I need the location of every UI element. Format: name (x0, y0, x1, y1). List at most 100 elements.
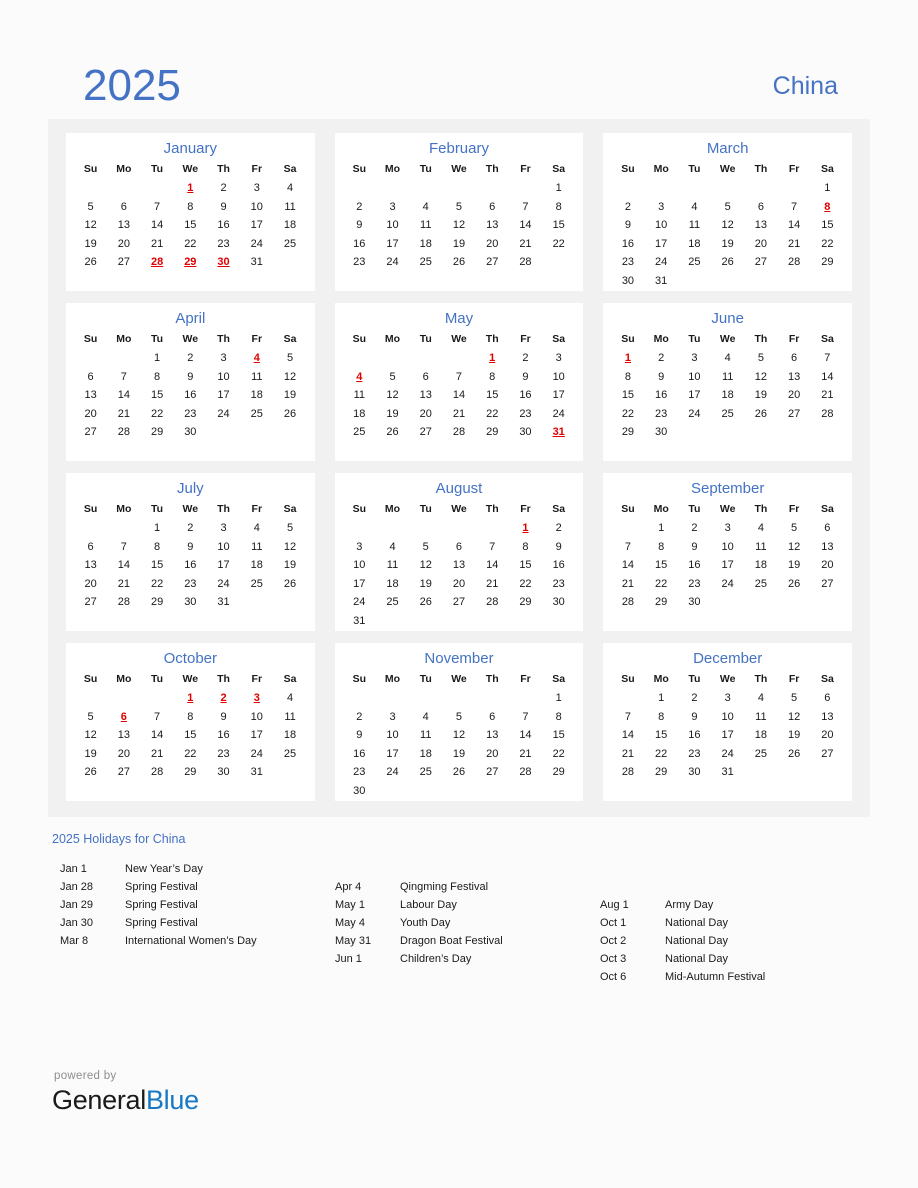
day-cell-empty (376, 179, 409, 198)
day-cell-empty (207, 423, 240, 442)
month-day-grid: Su Mo Tu We Th Fr Sa 1 2 3 4 5 6 7 8 9 10 11 12 13 14 15 16 17… (74, 332, 307, 442)
month-card: December Su Mo Tu We Th Fr Sa 1 2 3 4 5 6 7 8 9 10 11 12 13… (603, 643, 852, 801)
day-cell: 7 (154, 200, 161, 213)
day-cell: 13 (419, 389, 432, 401)
day-cell: 18 (250, 559, 263, 571)
day-cell: 29 (486, 426, 499, 438)
day-cell: 1 (555, 182, 562, 194)
day-cell: 3 (724, 522, 731, 534)
day-cell: 16 (519, 389, 532, 401)
week-row: 31 (343, 612, 576, 631)
day-cell: 23 (552, 577, 565, 590)
day-cell: 22 (821, 237, 834, 250)
day-cell: 23 (217, 747, 230, 760)
holiday-date: May 1 (335, 899, 365, 911)
day-cell: 18 (283, 729, 297, 741)
month-name: January (163, 140, 218, 157)
day-cell: 10 (721, 540, 734, 553)
day-cell: 9 (187, 540, 194, 553)
weekday-header: Tu (419, 503, 432, 515)
day-cell: 2 (187, 352, 194, 364)
weekday-header: Fr (788, 333, 800, 345)
holiday-name: Spring Festival (125, 881, 198, 893)
day-cell-empty (409, 349, 442, 368)
day-cell: 10 (655, 219, 668, 231)
day-cell: 23 (519, 407, 532, 420)
day-cell-empty (140, 689, 173, 708)
week-row: 16 17 18 19 20 21 22 (343, 745, 576, 764)
week-row: 11 12 13 14 15 16 17 (343, 386, 576, 405)
day-cell: 7 (624, 710, 631, 723)
holiday-name: Spring Festival (125, 917, 198, 929)
weekday-header: Fr (251, 673, 263, 685)
day-cell: 8 (555, 200, 562, 213)
weekday-header: Mo (653, 503, 669, 515)
month-card: June Su Mo Tu We Th Fr Sa 1 2 3 4 5 6 7 8 9 10 11 12 13 14 15 1… (603, 303, 852, 461)
day-cell: 21 (150, 237, 164, 250)
day-cell: 25 (721, 407, 734, 420)
holidays-column: Aug 1 Army Day Oct 1 National Day Oct 2 Natio… (600, 860, 880, 986)
day-cell: 21 (787, 237, 801, 250)
day-cell: 15 (655, 559, 668, 571)
weekday-header-row: Su Mo Tu We Th Fr Sa (74, 502, 307, 519)
week-row: 19 20 21 22 23 24 25 (74, 235, 307, 254)
day-cell: 7 (791, 200, 798, 213)
day-cell: 24 (386, 766, 399, 778)
day-cell: 19 (787, 729, 801, 741)
day-cell: 27 (117, 256, 130, 268)
day-cell-empty (778, 763, 811, 782)
day-cell: 7 (120, 540, 127, 553)
weekday-header: Mo (653, 333, 669, 345)
day-cell: 7 (824, 352, 831, 364)
day-cell: 7 (624, 540, 631, 553)
holiday-name: Army Day (665, 899, 714, 911)
day-cell: 24 (250, 237, 263, 250)
day-cell: 17 (688, 389, 701, 401)
day-cell: 14 (150, 729, 164, 741)
day-cell: 6 (87, 540, 94, 553)
day-cell: 8 (624, 370, 631, 383)
month-name: December (693, 650, 763, 667)
day-cell: 13 (452, 559, 466, 571)
day-cell: 28 (452, 426, 466, 438)
week-row: 1 2 3 (343, 349, 576, 368)
holidays-section-title: 2025 Holidays for China (52, 832, 186, 846)
day-cell: 30 (655, 426, 668, 438)
day-cell: 23 (184, 577, 197, 590)
week-row: 29 30 (611, 423, 844, 442)
weekday-header: Sa (283, 673, 297, 685)
day-cell: 25 (250, 577, 263, 590)
day-cell: 14 (452, 389, 466, 401)
weekday-header: Su (352, 333, 366, 345)
day-cell-empty (678, 272, 711, 291)
day-cell: 17 (217, 389, 230, 401)
brand-name: GeneralBlue (52, 1084, 352, 1116)
page-header: 2025 China (48, 58, 870, 114)
holiday-list-item: Jun 1 Children’s Day (335, 950, 600, 968)
week-row: 3 4 5 6 7 8 9 (343, 538, 576, 557)
day-cell-empty (442, 179, 475, 198)
holiday-list-item: Jan 29 Spring Festival (60, 896, 335, 914)
day-cell: 13 (821, 540, 834, 553)
day-cell: 20 (486, 237, 499, 250)
day-cell: 26 (283, 407, 297, 420)
day-cell: 29 (821, 256, 834, 268)
weekday-header: Fr (520, 333, 531, 345)
weekday-header: Tu (688, 503, 701, 515)
holiday-date: Oct 1 (600, 917, 627, 929)
day-cell: 31 (217, 596, 230, 608)
weekday-header: Th (485, 163, 499, 175)
weekday-header: Tu (151, 333, 164, 345)
day-cell: 30 (184, 596, 197, 608)
week-row: 13 14 15 16 17 18 19 (74, 386, 307, 405)
holiday-name: Children’s Day (400, 953, 472, 965)
holiday-date: Jun 1 (335, 953, 362, 965)
day-cell: 28 (519, 256, 532, 268)
day-cell: 28 (621, 766, 635, 778)
day-cell: 27 (486, 766, 499, 778)
day-cell: 14 (486, 559, 499, 571)
day-cell: 8 (489, 370, 496, 383)
week-row: 16 17 18 19 20 21 22 (343, 235, 576, 254)
day-cell-empty (711, 179, 744, 198)
weekday-header: Th (217, 163, 230, 175)
